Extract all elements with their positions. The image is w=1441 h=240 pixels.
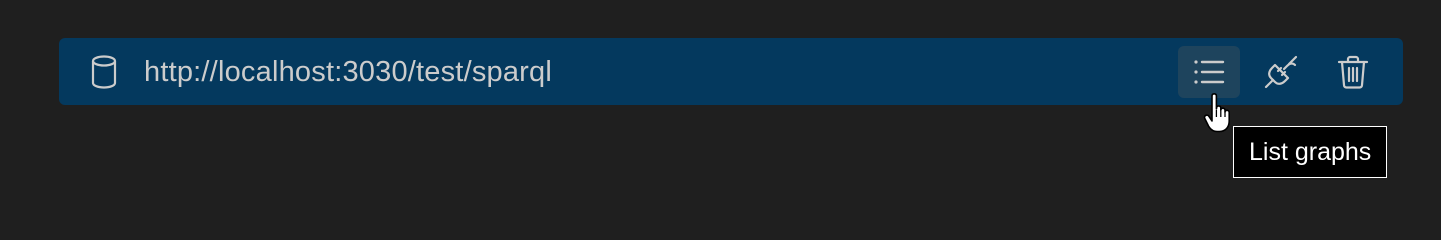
plug-disconnect-icon — [1264, 55, 1298, 89]
database-icon — [91, 55, 117, 89]
trash-icon — [1337, 55, 1369, 89]
delete-button[interactable] — [1322, 46, 1384, 98]
list-icon — [1194, 60, 1225, 84]
endpoint-url: http://localhost:3030/test/sparql — [144, 56, 553, 88]
page: http://localhost:3030/test/sparql List g… — [0, 0, 1441, 226]
disconnect-button[interactable] — [1250, 46, 1312, 98]
tooltip: List graphs — [1233, 126, 1388, 178]
endpoint-list-item[interactable]: http://localhost:3030/test/sparql — [59, 38, 1403, 105]
list-graphs-button[interactable] — [1178, 46, 1240, 98]
